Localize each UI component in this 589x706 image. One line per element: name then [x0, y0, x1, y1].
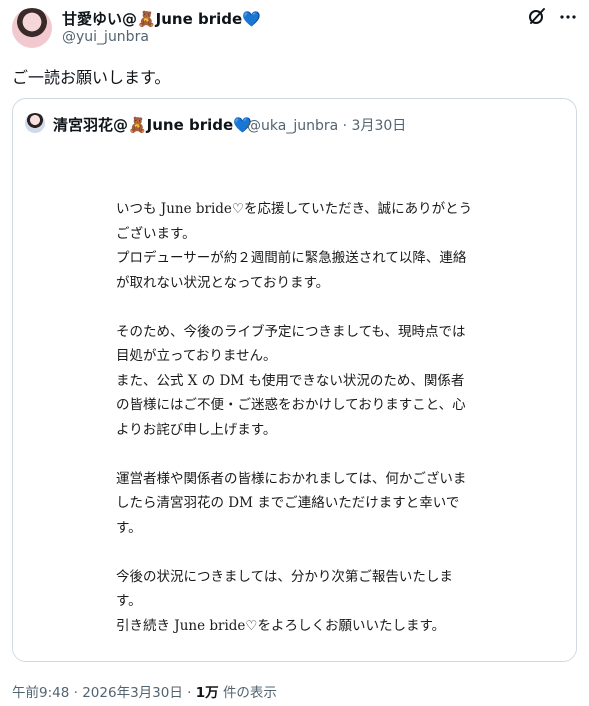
letter-line: いつも June bride♡を応援していただき、誠にありがとう	[116, 201, 473, 217]
letter-line: す。	[116, 519, 142, 536]
letter-line	[116, 540, 496, 565]
quoted-post[interactable]: 清宮羽花@🧸June bride💙 @uka_junbra · 3月30日 いつ…	[12, 98, 577, 662]
post-footer: 午前9:48 · 2026年3月30日 · 1万 件の表示	[12, 681, 277, 701]
letter-line: す。	[116, 593, 142, 609]
post-text: ご一読お願いします。	[12, 68, 171, 87]
letter-line	[116, 295, 496, 320]
quoted-post-image[interactable]: いつも June bride♡を応援していただき、誠にありがとう ございます。プロ…	[13, 149, 576, 661]
more-options-icon[interactable]	[559, 8, 577, 26]
meta-separator: ·	[342, 118, 348, 134]
author-avatar[interactable]	[12, 8, 52, 48]
grok-icon[interactable]	[527, 6, 547, 26]
quoted-author-avatar	[25, 113, 45, 133]
post-date: 2026年3月30日	[82, 685, 183, 701]
letter-line: そのため、今後のライブ予定につきましても、現時点では	[116, 323, 466, 340]
letter-line: ございます。	[116, 225, 196, 242]
letter-line: の皆様にはご不便・ご迷惑をおかけしておりますこと、心	[116, 397, 466, 413]
letter-line: が取れない状況となっております。	[116, 274, 330, 291]
letter-line: よりお詫び申し上げます。	[116, 421, 277, 438]
letter-line: 運営者様や関係者の皆様におかれましては、何かございま	[116, 470, 467, 487]
letter-line: また、公式 X の DM も使用できない状況のため、関係者	[116, 372, 465, 389]
author-name[interactable]: 甘愛ゆい@🧸June bride💙	[62, 8, 261, 29]
letter-line: 目処が立っておりません。	[116, 348, 277, 364]
letter-line: したら清宮羽花の DM までご連絡いただけますと幸いで	[116, 495, 460, 511]
letter-line: プロデューサーが約２週間前に緊急搬送されて以降、連絡	[116, 250, 467, 266]
quoted-author-name: 清宮羽花@🧸June bride💙	[53, 116, 252, 134]
letter-line: 今後の状況につきましては、分かり次第ご報告いたしま	[116, 568, 453, 585]
footer-separator-2: ·	[187, 685, 192, 701]
announcement-letter: いつも June bride♡を応援していただき、誠にありがとう ございます。プロ…	[116, 197, 496, 638]
footer-separator: ·	[73, 685, 78, 701]
letter-line: 引き続き June bride♡をよろしくお願いいたします。	[116, 617, 446, 634]
quoted-post-date: 3月30日	[351, 118, 407, 134]
quoted-post-meta: @uka_junbra · 3月30日	[247, 115, 406, 135]
letter-line	[116, 442, 496, 467]
views-label: 件の表示	[222, 685, 277, 701]
quoted-author-handle: @uka_junbra	[247, 118, 339, 134]
post-time: 午前9:48	[12, 685, 70, 701]
views-count: 1万	[195, 685, 219, 701]
author-handle[interactable]: @yui_junbra	[62, 29, 149, 45]
